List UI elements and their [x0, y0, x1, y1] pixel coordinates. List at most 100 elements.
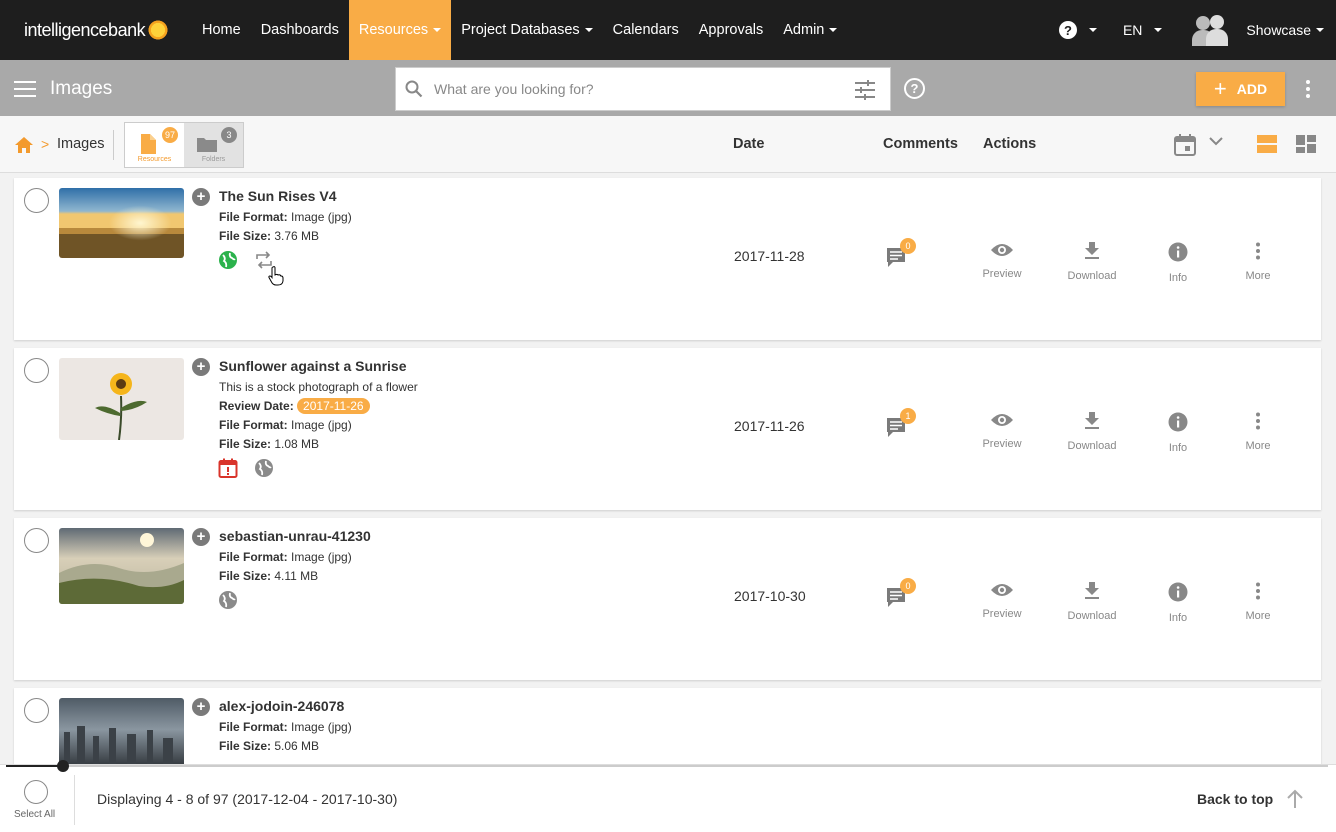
globe-icon[interactable] — [218, 590, 238, 610]
file-size: File Size: 5.06 MB — [219, 739, 320, 753]
more-vertical-icon[interactable] — [1306, 80, 1312, 98]
search-input[interactable] — [434, 68, 834, 110]
scroll-progress-knob[interactable] — [57, 760, 69, 772]
resource-title[interactable]: sebastian-unrau-41230 — [219, 528, 371, 544]
info-button[interactable]: Info — [1138, 582, 1218, 624]
download-button[interactable]: Download — [1052, 242, 1132, 282]
caret-down-icon — [829, 28, 838, 32]
calendar-sort-icon[interactable] — [1173, 133, 1197, 157]
nav-calendars[interactable]: Calendars — [603, 0, 689, 60]
review-date: Review Date: 2017-11-26 — [219, 398, 370, 414]
list-item[interactable]: + The Sun Rises V4 File Format: Image (j… — [14, 178, 1321, 340]
comment-count-badge: 0 — [900, 578, 916, 594]
info-icon — [1168, 242, 1188, 262]
view-type-toggle: 97 Resources 3 Folders — [124, 122, 244, 168]
document-icon — [141, 134, 156, 154]
calendar-alert-icon[interactable] — [218, 458, 238, 478]
more-button[interactable]: More — [1218, 242, 1298, 282]
search-box — [395, 67, 891, 111]
download-button[interactable]: Download — [1052, 412, 1132, 452]
row-select-checkbox[interactable] — [24, 188, 49, 213]
preview-button[interactable]: Preview — [962, 242, 1042, 280]
caret-down-icon — [433, 28, 442, 32]
resource-title[interactable]: Sunflower against a Sunrise — [219, 358, 407, 374]
select-all-checkbox[interactable] — [24, 780, 48, 804]
list-item[interactable]: + alex-jodoin-246078 File Format: Image … — [14, 688, 1321, 768]
add-to-collection-icon[interactable]: + — [192, 358, 210, 376]
back-to-top-link[interactable]: Back to top — [1197, 791, 1273, 807]
info-icon — [1168, 582, 1188, 602]
column-header-date[interactable]: Date — [733, 136, 764, 152]
thumbnail-image[interactable] — [59, 528, 184, 604]
list-view-icon[interactable] — [1257, 135, 1277, 153]
thumbnail-image[interactable] — [59, 188, 184, 258]
nav-dashboards[interactable]: Dashboards — [251, 0, 349, 60]
home-icon[interactable] — [14, 136, 34, 154]
thumbnail-image[interactable] — [59, 358, 184, 440]
help-icon: ? — [1058, 21, 1077, 39]
toolbar: Images ? +ADD — [0, 60, 1336, 116]
row-select-checkbox[interactable] — [24, 528, 49, 553]
list-item[interactable]: + Sunflower against a Sunrise This is a … — [14, 348, 1321, 510]
arrow-up-icon[interactable] — [1286, 789, 1304, 809]
column-header-comments[interactable]: Comments — [883, 136, 958, 152]
filter-sliders-icon[interactable] — [854, 80, 876, 100]
nav-home[interactable]: Home — [192, 0, 251, 60]
nav-project-databases[interactable]: Project Databases — [451, 0, 602, 60]
folders-count-badge: 3 — [221, 127, 237, 143]
caret-down-icon — [1154, 28, 1163, 32]
toggle-folders-label: Folders — [201, 156, 226, 163]
resource-date: 2017-11-26 — [734, 418, 805, 434]
help-outline-icon[interactable]: ? — [904, 78, 925, 99]
file-size: File Size: 1.08 MB — [219, 437, 320, 451]
file-format: File Format: Image (jpg) — [219, 720, 352, 734]
hamburger-menu-icon[interactable] — [14, 81, 36, 97]
list-item[interactable]: + sebastian-unrau-41230 File Format: Ima… — [14, 518, 1321, 680]
help-menu[interactable]: ? — [1058, 21, 1097, 39]
resource-date: 2017-11-28 — [734, 248, 805, 264]
row-select-checkbox[interactable] — [24, 358, 49, 383]
thumbnail-image[interactable] — [59, 698, 184, 768]
file-format: File Format: Image (jpg) — [219, 550, 352, 564]
more-button[interactable]: More — [1218, 582, 1298, 622]
globe-icon[interactable] — [254, 458, 274, 478]
add-to-collection-icon[interactable]: + — [192, 188, 210, 206]
preview-button[interactable]: Preview — [962, 412, 1042, 450]
info-button[interactable]: Info — [1138, 242, 1218, 284]
toggle-resources[interactable]: 97 Resources — [125, 123, 184, 167]
user-menu[interactable]: Showcase — [1192, 13, 1324, 47]
file-format: File Format: Image (jpg) — [219, 418, 352, 432]
file-size: File Size: 4.11 MB — [219, 569, 319, 583]
search-icon — [405, 80, 423, 98]
caret-down-icon — [1316, 28, 1324, 32]
list-header: > Images 97 Resources 3 Folders Date Com… — [0, 116, 1336, 173]
page-title: Images — [50, 78, 113, 99]
folder-icon — [197, 138, 217, 152]
resource-title[interactable]: alex-jodoin-246078 — [219, 698, 344, 714]
toggle-folders[interactable]: 3 Folders — [184, 123, 243, 167]
caret-down-icon — [584, 28, 593, 32]
scroll-progress-fill — [6, 765, 63, 767]
grid-view-icon[interactable] — [1296, 135, 1316, 153]
nav-approvals[interactable]: Approvals — [689, 0, 773, 60]
logo[interactable]: intelligencebank — [0, 0, 192, 60]
resource-description: This is a stock photograph of a flower — [219, 380, 418, 394]
info-button[interactable]: Info — [1138, 412, 1218, 454]
add-button[interactable]: + ADD — [1196, 72, 1285, 106]
hand-cursor-icon — [268, 266, 284, 286]
sun-logo-icon — [147, 19, 170, 41]
resources-count-badge: 97 — [161, 127, 178, 143]
download-icon — [1085, 412, 1099, 429]
chevron-down-icon[interactable] — [1209, 136, 1223, 146]
add-to-collection-icon[interactable]: + — [192, 698, 210, 716]
nav-resources[interactable]: Resources — [348, 0, 452, 60]
more-button[interactable]: More — [1218, 412, 1298, 452]
language-menu[interactable]: EN — [1123, 22, 1163, 38]
nav-admin[interactable]: Admin — [773, 0, 847, 60]
globe-public-icon[interactable] — [218, 250, 238, 270]
row-select-checkbox[interactable] — [24, 698, 49, 723]
add-to-collection-icon[interactable]: + — [192, 528, 210, 546]
resource-title[interactable]: The Sun Rises V4 — [219, 188, 336, 204]
preview-button[interactable]: Preview — [962, 582, 1042, 620]
download-button[interactable]: Download — [1052, 582, 1132, 622]
